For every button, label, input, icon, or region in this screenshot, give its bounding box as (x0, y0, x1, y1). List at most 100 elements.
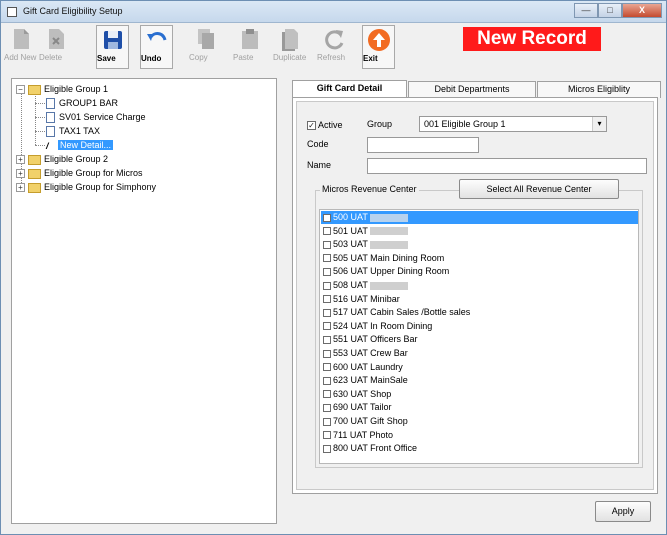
refresh-button[interactable]: Refresh (317, 25, 350, 69)
tree-node-sv01-service-charge[interactable]: SV01 Service Charge (46, 110, 146, 124)
revenue-center-row[interactable]: 630 UAT Shop (321, 388, 638, 401)
minimize-button[interactable]: — (574, 3, 598, 18)
active-checkbox-box[interactable] (307, 121, 316, 131)
revenue-center-checkbox[interactable] (323, 404, 331, 413)
revenue-center-label: 506 UAT Upper Dining Room (333, 266, 450, 277)
expand-icon[interactable]: + (16, 183, 25, 193)
revenue-center-checkbox[interactable] (323, 227, 331, 236)
exit-label: Exit (363, 54, 378, 63)
revenue-center-checkbox[interactable] (323, 349, 331, 358)
revenue-center-list[interactable]: 500 UAT 501 UAT 503 UAT 505 UAT Main Dining… (319, 209, 639, 464)
revenue-center-checkbox[interactable] (323, 268, 331, 277)
select-all-revenue-center-button[interactable]: Select All Revenue Center (459, 179, 619, 199)
document-icon (46, 112, 55, 124)
revenue-center-row[interactable]: 600 UAT Laundry (321, 361, 638, 374)
delete-button[interactable]: Delete (39, 25, 72, 69)
revenue-center-checkbox[interactable] (323, 431, 331, 440)
copy-button[interactable]: Copy (189, 25, 222, 69)
duplicate-label: Duplicate (273, 53, 307, 62)
tree-node-eligible-group-2[interactable]: + Eligible Group 2 (16, 152, 108, 166)
group-select[interactable]: 001 Eligible Group 1 ▾ (419, 116, 607, 132)
revenue-center-row[interactable]: 553 UAT Crew Bar (321, 347, 638, 360)
revenue-center-checkbox[interactable] (323, 363, 331, 372)
app-icon (7, 7, 17, 17)
folder-icon (28, 168, 41, 179)
revenue-center-row[interactable]: 500 UAT (321, 211, 638, 224)
revenue-center-label: 517 UAT Cabin Sales /Bottle sales (333, 307, 471, 318)
active-checkbox[interactable]: Active (307, 120, 343, 131)
undo-label: Undo (141, 54, 162, 63)
tree-node-label: Eligible Group for Simphony (44, 182, 157, 192)
revenue-center-row[interactable]: 800 UAT Front Office (321, 442, 638, 455)
group-tree[interactable]: − Eligible Group 1 GROUP1 BAR SV01 Servic… (11, 78, 277, 524)
revenue-center-row[interactable]: 711 UAT Photo (321, 429, 638, 442)
document-icon (46, 98, 55, 110)
duplicate-button[interactable]: Duplicate (273, 25, 306, 69)
close-button[interactable]: X (622, 3, 662, 18)
copy-icon (197, 29, 214, 49)
revenue-center-checkbox[interactable] (323, 444, 331, 453)
revenue-center-checkbox[interactable] (323, 213, 331, 222)
exit-button[interactable]: Exit (362, 25, 395, 69)
revenue-center-checkbox[interactable] (323, 308, 331, 317)
exit-icon (367, 29, 390, 51)
revenue-center-checkbox[interactable] (323, 254, 331, 263)
folder-icon (28, 84, 41, 95)
revenue-center-row[interactable]: 690 UAT Tailor (321, 401, 638, 414)
revenue-center-row[interactable]: 503 UAT (321, 238, 638, 251)
tree-node-eligible-group-1[interactable]: − Eligible Group 1 (16, 82, 108, 96)
tab-debit-departments[interactable]: Debit Departments (408, 81, 536, 98)
revenue-center-checkbox[interactable] (323, 376, 331, 385)
revenue-center-row[interactable]: 700 UAT Gift Shop (321, 415, 638, 428)
paste-label: Paste (233, 53, 254, 62)
tree-node-tax1-tax[interactable]: TAX1 TAX (46, 124, 100, 138)
code-label: Code (307, 139, 329, 149)
tree-node-eligible-group-simphony[interactable]: + Eligible Group for Simphony (16, 180, 156, 194)
tree-node-group1-bar[interactable]: GROUP1 BAR (46, 96, 118, 110)
undo-button[interactable]: Undo (140, 25, 173, 69)
name-field[interactable] (367, 158, 647, 174)
expand-icon[interactable]: + (16, 169, 25, 179)
revenue-center-row[interactable]: 623 UAT MainSale (321, 374, 638, 387)
tab-panel: Active Group 001 Eligible Group 1 ▾ Code… (292, 97, 658, 494)
title-bar[interactable]: Gift Card Eligibility Setup — □ X (1, 1, 666, 23)
revenue-center-group-title: Micros Revenue Center (320, 184, 419, 194)
revenue-center-checkbox[interactable] (323, 390, 331, 399)
add-new-icon (13, 29, 29, 49)
apply-button[interactable]: Apply (595, 501, 651, 522)
code-field[interactable] (367, 137, 479, 153)
revenue-center-row[interactable]: 501 UAT (321, 225, 638, 238)
save-icon (103, 31, 122, 49)
save-button[interactable]: Save (96, 25, 129, 69)
revenue-center-checkbox[interactable] (323, 336, 331, 345)
copy-label: Copy (189, 53, 208, 62)
revenue-center-checkbox[interactable] (323, 322, 331, 331)
revenue-center-row[interactable]: 516 UAT Minibar (321, 293, 638, 306)
revenue-center-label: 623 UAT MainSale (333, 375, 408, 386)
add-new-button[interactable]: Add New (4, 25, 37, 69)
revenue-center-checkbox[interactable] (323, 417, 331, 426)
folder-icon (28, 182, 41, 193)
revenue-center-label: 711 UAT Photo (333, 429, 394, 440)
revenue-center-row[interactable]: 517 UAT Cabin Sales /Bottle sales (321, 306, 638, 319)
collapse-icon[interactable]: − (16, 85, 25, 95)
dropdown-arrow-icon[interactable]: ▾ (592, 117, 606, 131)
revenue-center-label: 553 UAT Crew Bar (333, 348, 408, 358)
tab-micros-eligibility[interactable]: Micros Eligiblity (537, 81, 661, 98)
expand-icon[interactable]: + (16, 155, 25, 165)
revenue-center-checkbox[interactable] (323, 295, 331, 304)
revenue-center-row[interactable]: 551 UAT Officers Bar (321, 333, 638, 346)
tree-node-new-detail[interactable]: / New Detail... (46, 138, 114, 152)
maximize-button[interactable]: □ (598, 3, 622, 18)
revenue-center-checkbox[interactable] (323, 281, 331, 290)
revenue-center-row[interactable]: 508 UAT (321, 279, 638, 292)
revenue-center-row[interactable]: 506 UAT Upper Dining Room (321, 265, 638, 278)
revenue-center-row[interactable]: 524 UAT In Room Dining (321, 320, 638, 333)
paste-button[interactable]: Paste (233, 25, 266, 69)
tree-node-eligible-group-micros[interactable]: + Eligible Group for Micros (16, 166, 143, 180)
revenue-center-label: 500 UAT (333, 212, 368, 222)
tree-node-label: GROUP1 BAR (59, 98, 119, 108)
tree-node-label: New Detail... (58, 140, 114, 150)
revenue-center-row[interactable]: 505 UAT Main Dining Room (321, 252, 638, 265)
revenue-center-checkbox[interactable] (323, 240, 331, 249)
